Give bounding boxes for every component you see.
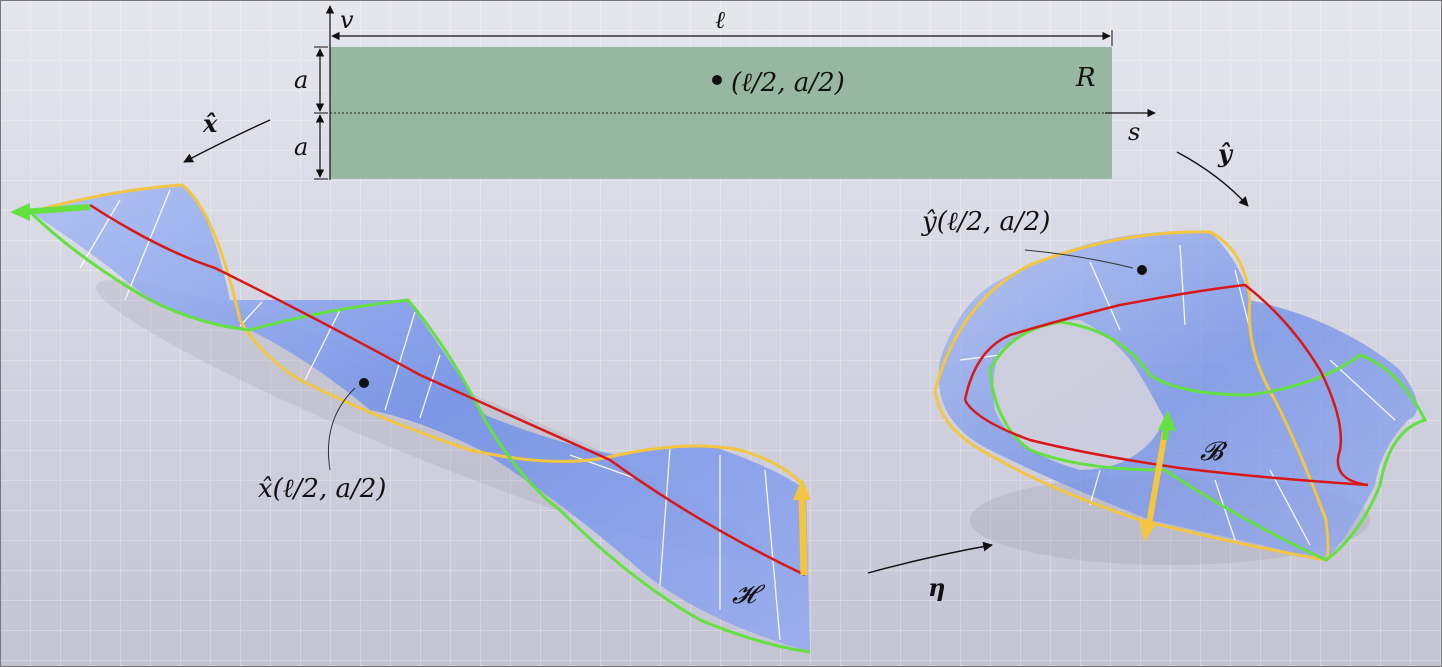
diagram-canvas: ℓ v s a a R (ℓ/2, a/2) x̂ ŷ η x̂(ℓ/2, a/… <box>0 0 1442 667</box>
a-bottom-label: a <box>294 133 308 161</box>
helicoid-yellow-arrow <box>798 491 808 576</box>
s-label: s <box>1128 118 1140 146</box>
eta-label: η <box>928 573 945 602</box>
domain-point-label: (ℓ/2, a/2) <box>731 68 845 98</box>
a-top-label: a <box>294 66 308 94</box>
x-hat-label: x̂ <box>202 109 218 138</box>
helicoid-point-label: x̂(ℓ/2, a/2) <box>258 474 386 504</box>
region-label: R <box>1075 63 1096 93</box>
helicoid-point <box>359 378 369 388</box>
y-hat-label: ŷ <box>1217 139 1234 168</box>
v-label: v <box>340 6 354 34</box>
band-point <box>1137 265 1147 275</box>
domain-point <box>712 75 722 85</box>
band-point-label: ŷ(ℓ/2, a/2) <box>921 207 1050 237</box>
ell-label: ℓ <box>715 6 725 34</box>
